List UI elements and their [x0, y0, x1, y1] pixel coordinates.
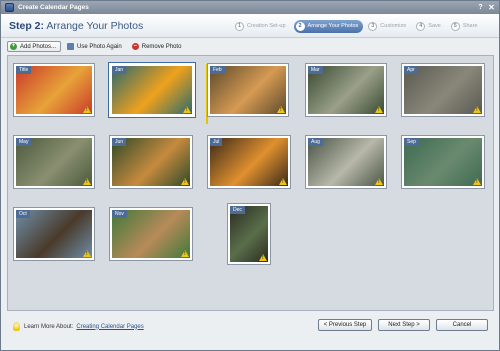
photo-thumbnail-title[interactable]: Title [14, 64, 94, 116]
next-step-button[interactable]: Next Step > [378, 319, 430, 331]
photo-grid: Title Jan Feb Mar Apr May Jun Jul Aug Sep Oct Nov De… [7, 55, 494, 311]
photo-thumbnail-feb[interactable]: Feb [208, 64, 288, 116]
month-label: Mar [308, 66, 323, 74]
warning-icon [375, 178, 383, 185]
photo-toolbar: + Add Photos... Use Photo Again – Remove… [7, 41, 189, 52]
photo-thumbnail-oct[interactable]: Oct [14, 208, 94, 260]
month-label: Title [16, 66, 32, 74]
warning-icon [83, 178, 91, 185]
month-label: Jan [112, 66, 127, 74]
previous-step-button[interactable]: < Previous Step [318, 319, 372, 331]
learn-more: Learn More About: Creating Calendar Page… [13, 322, 144, 331]
remove-photo-button[interactable]: – Remove Photo [130, 41, 186, 52]
lightbulb-icon [13, 322, 20, 331]
remove-icon: – [131, 43, 139, 50]
use-photo-again-button[interactable]: Use Photo Again [65, 41, 126, 52]
close-icon[interactable]: ✕ [487, 3, 496, 12]
learn-more-link[interactable]: Creating Calendar Pages [76, 324, 143, 330]
wizard-step-3[interactable]: 3 Customize [366, 20, 411, 33]
month-label: Aug [308, 138, 323, 146]
warning-icon [181, 250, 189, 257]
help-icon[interactable]: ? [476, 3, 485, 12]
warning-icon [277, 106, 285, 113]
learn-more-label: Learn More About: [24, 323, 74, 330]
photo-thumbnail-may[interactable]: May [14, 136, 94, 188]
warning-icon [375, 106, 383, 113]
month-label: Jun [112, 138, 127, 146]
warning-icon [83, 106, 91, 113]
photo-thumbnail-jan[interactable]: Jan [110, 64, 194, 116]
month-label: Apr [404, 66, 418, 74]
month-label: May [16, 138, 32, 146]
month-label: Jul [210, 138, 223, 146]
photo-thumbnail-dec[interactable]: Dec [228, 204, 270, 264]
warning-icon [279, 178, 287, 185]
wizard-step-5[interactable]: 5 Share [449, 20, 483, 33]
warning-icon [473, 106, 481, 113]
photo-thumbnail-aug[interactable]: Aug [306, 136, 386, 188]
wizard-step-1[interactable]: 1 Creation Set-up [233, 20, 291, 33]
photo-thumbnail-mar[interactable]: Mar [306, 64, 386, 116]
photo-thumbnail-sep[interactable]: Sep [402, 136, 484, 188]
month-label: Oct [16, 210, 30, 218]
warning-icon [83, 250, 91, 257]
month-label: Dec [230, 206, 245, 214]
window-title: Create Calendar Pages [18, 4, 89, 11]
app-icon [5, 3, 14, 12]
photo-thumbnail-nov[interactable]: Nov [110, 208, 192, 260]
month-label: Sep [404, 138, 419, 146]
wizard-step-2[interactable]: 2 Arrange Your Photos [293, 19, 364, 33]
step-name: Arrange Your Photos [46, 20, 144, 32]
warning-icon [473, 178, 481, 185]
add-icon: + [10, 43, 17, 50]
month-label: Nov [112, 210, 127, 218]
photo-thumbnail-jun[interactable]: Jun [110, 136, 192, 188]
title-bar: Create Calendar Pages ? ✕ [1, 1, 499, 14]
wizard-steps: 1 Creation Set-up 2 Arrange Your Photos … [233, 19, 486, 33]
create-calendar-window: Create Calendar Pages ? ✕ Step 2: Arrang… [0, 0, 500, 351]
page-title: Step 2: Arrange Your Photos [9, 20, 143, 32]
warning-icon [259, 254, 267, 261]
add-photos-button[interactable]: + Add Photos... [7, 41, 62, 52]
month-label: Feb [210, 66, 225, 74]
warning-icon [183, 106, 191, 113]
step-number: Step 2: [9, 20, 45, 32]
cancel-button[interactable]: Cancel [436, 319, 488, 331]
wizard-step-4[interactable]: 4 Save [414, 20, 446, 33]
warning-icon [181, 178, 189, 185]
photo-thumbnail-apr[interactable]: Apr [402, 64, 484, 116]
copy-icon [67, 43, 75, 50]
footer: Learn More About: Creating Calendar Page… [1, 313, 499, 350]
photo-thumbnail-jul[interactable]: Jul [208, 136, 290, 188]
